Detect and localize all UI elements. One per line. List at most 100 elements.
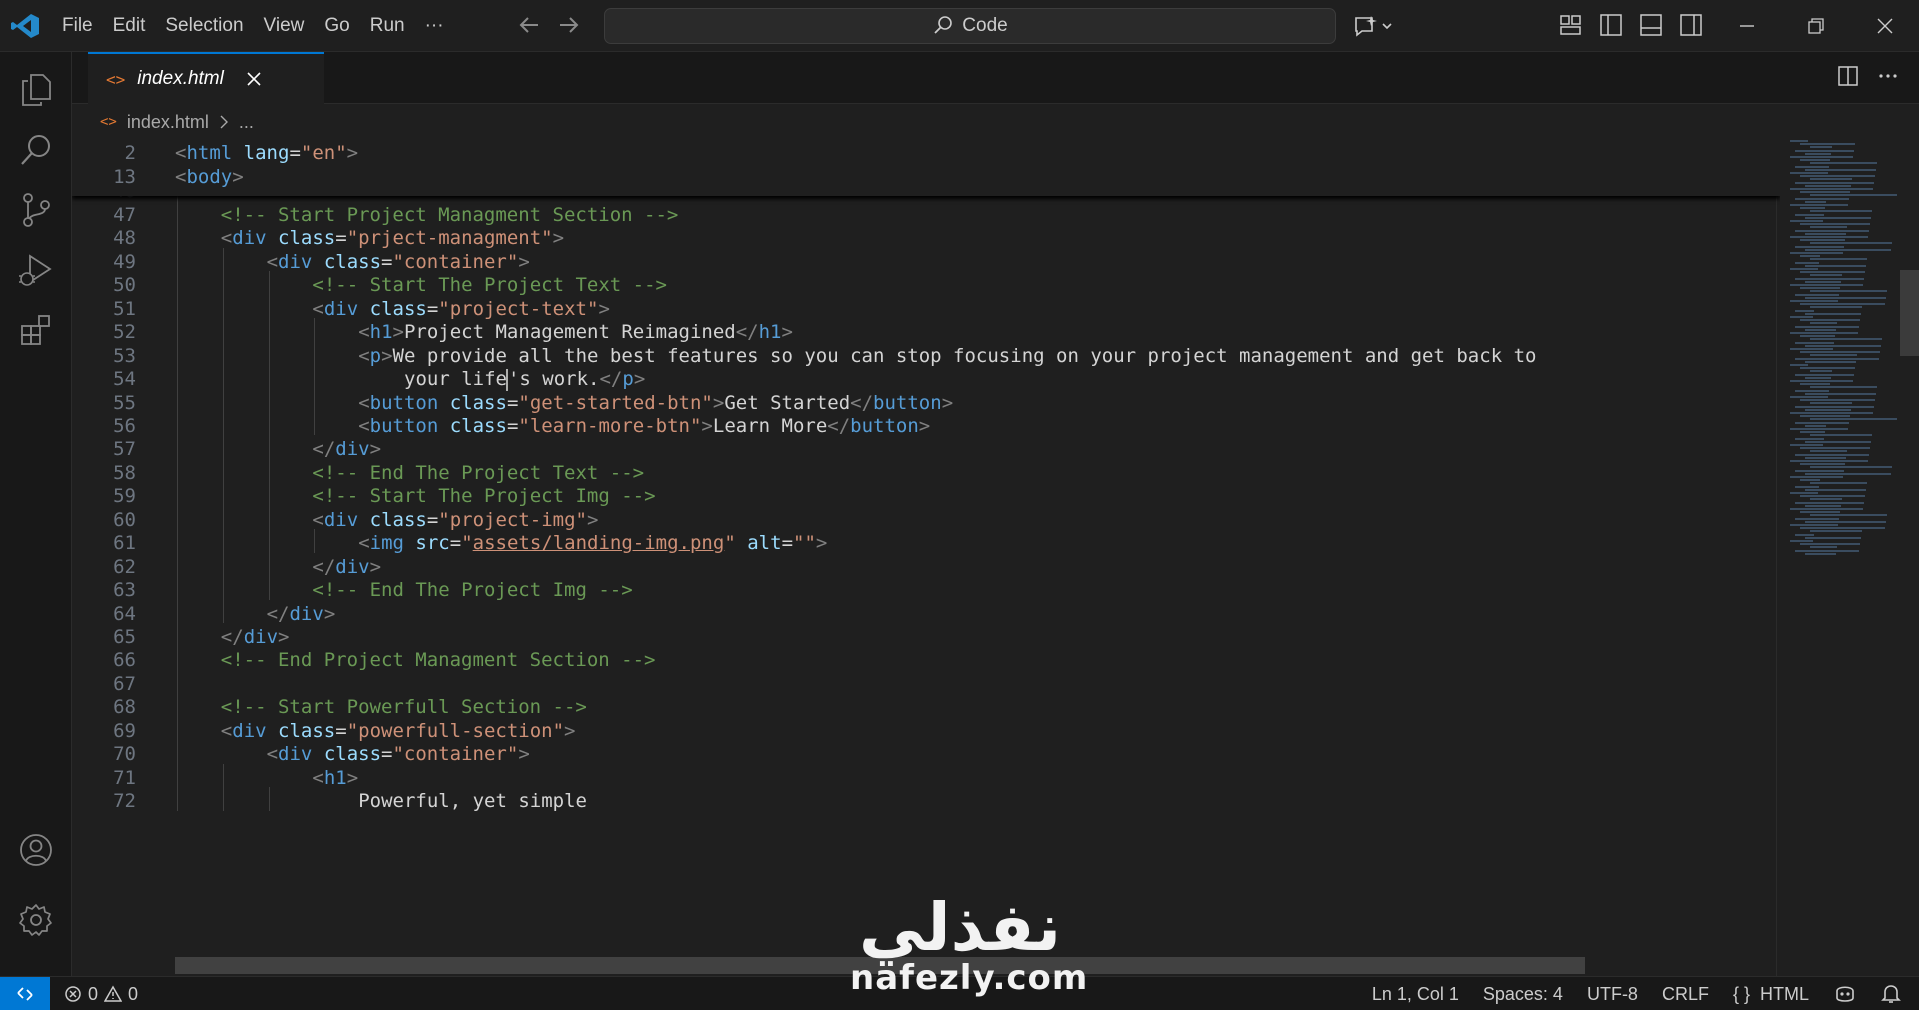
command-center-label: Code: [962, 15, 1008, 36]
minimap-line: [1805, 232, 1846, 235]
code-token: <: [358, 414, 370, 437]
watermark-arabic: نفذلي: [859, 889, 1061, 966]
indentation-setting[interactable]: Spaces: 4: [1483, 984, 1563, 1005]
run-debug-button[interactable]: [14, 248, 58, 292]
minimize-button[interactable]: [1712, 0, 1781, 52]
minimap-line: [1810, 450, 1847, 453]
command-center-search[interactable]: Code: [604, 8, 1336, 44]
breadcrumb-symbol[interactable]: ...: [239, 112, 254, 133]
menu-item-edit[interactable]: Edit: [103, 8, 156, 44]
line-ending-setting[interactable]: CRLF: [1662, 984, 1709, 1005]
minimap-line: [1790, 268, 1818, 270]
code-token: >: [323, 602, 336, 625]
language-mode[interactable]: { } HTML: [1733, 984, 1809, 1005]
extensions-button[interactable]: [14, 308, 58, 352]
code-token: lang: [243, 142, 290, 164]
toggle-primary-sidebar-icon[interactable]: [1598, 12, 1624, 38]
code-token: "learn-more-btn": [518, 414, 702, 437]
code-token: your life: [404, 368, 507, 391]
problems-indicator[interactable]: 0 0: [64, 977, 138, 1010]
restore-button[interactable]: [1781, 0, 1850, 52]
copilot-chat-icon[interactable]: [1352, 12, 1400, 40]
minimap-line: [1805, 264, 1866, 267]
menu-item-more[interactable]: ···: [415, 8, 454, 44]
code-token: p: [622, 368, 634, 391]
minimap-line: [1805, 376, 1831, 379]
warning-count: 0: [128, 983, 139, 1004]
tab-index-html[interactable]: <> index.html: [88, 52, 324, 104]
minimap-line: [1805, 344, 1881, 347]
remote-indicator-button[interactable]: [0, 977, 50, 1010]
minimap-line: [1795, 325, 1859, 328]
line-number: 72: [113, 790, 136, 813]
code-token: button: [369, 414, 439, 437]
minimap-line: [1790, 188, 1873, 190]
minimap-line: [1795, 309, 1814, 312]
minimap-line: [1795, 197, 1849, 200]
more-actions-icon[interactable]: [1876, 64, 1900, 88]
minimap-line: [1800, 319, 1860, 322]
manage-settings-button[interactable]: [14, 898, 58, 942]
minimap-divider: [1776, 138, 1777, 976]
tab-label: index.html: [137, 68, 224, 89]
code-token: >: [369, 438, 382, 461]
minimap-line: [1810, 354, 1857, 357]
code-token: 's work.: [507, 368, 600, 391]
code-token: <: [266, 250, 279, 273]
customize-layout-icon[interactable]: [1558, 12, 1584, 38]
code-token: Learn More: [712, 414, 828, 437]
menu-item-file[interactable]: File: [52, 8, 103, 44]
close-tab-icon[interactable]: [246, 71, 262, 87]
code-editor[interactable]: 2<html lang="en">13<body>45<!-- End The …: [72, 138, 1780, 976]
watermark-latin: nafezly.com: [850, 958, 1089, 998]
cursor-position[interactable]: Ln 1, Col 1: [1372, 984, 1459, 1005]
minimap-line: [1810, 402, 1852, 405]
minimap-line: [1795, 373, 1854, 376]
code-token: Project Management Reimagined: [403, 321, 736, 344]
minimap-line: [1800, 463, 1845, 466]
back-arrow-icon[interactable]: [516, 10, 542, 40]
toggle-panel-icon[interactable]: [1638, 12, 1664, 38]
code-token: <!-- End Project Managment Section -->: [220, 649, 656, 672]
minimap-line: [1795, 165, 1829, 168]
minimap-line: [1805, 424, 1826, 427]
line-code: <body>: [175, 163, 244, 191]
code-token: </: [735, 321, 759, 344]
minimap-line: [1805, 152, 1831, 155]
code-token: <!-- Start The Project Text -->: [312, 274, 667, 297]
code-token: class: [323, 250, 382, 273]
minimap-line: [1800, 303, 1885, 306]
minimap-line: [1810, 370, 1832, 373]
menu-bar: File Edit Selection View Go Run ···: [52, 0, 454, 52]
minimap-line: [1790, 156, 1853, 158]
toggle-secondary-sidebar-icon[interactable]: [1678, 12, 1704, 38]
menu-item-go[interactable]: Go: [314, 8, 359, 44]
menu-item-selection[interactable]: Selection: [155, 8, 253, 44]
minimap-line: [1795, 181, 1874, 184]
menu-item-view[interactable]: View: [254, 8, 315, 44]
minimap[interactable]: [1780, 138, 1900, 976]
notifications-bell-icon[interactable]: [1881, 983, 1901, 1005]
copilot-icon[interactable]: [1833, 983, 1857, 1005]
code-token: <: [358, 532, 370, 555]
minimap-line: [1810, 466, 1892, 469]
code-token: <!-- End The Project Text -->: [312, 461, 645, 484]
split-editor-icon[interactable]: [1836, 64, 1860, 88]
encoding-setting[interactable]: UTF-8: [1587, 984, 1638, 1005]
menu-item-run[interactable]: Run: [360, 8, 415, 44]
close-window-button[interactable]: [1850, 0, 1919, 52]
code-line[interactable]: 72 Powerful, yet simple: [72, 787, 1780, 815]
source-control-button[interactable]: [14, 188, 58, 232]
search-view-button[interactable]: [14, 128, 58, 172]
accounts-button[interactable]: [14, 828, 58, 872]
breadcrumb-file[interactable]: index.html: [127, 112, 209, 133]
code-line[interactable]: 13 <body>: [72, 163, 1780, 191]
vertical-scrollbar[interactable]: [1900, 270, 1919, 356]
explorer-button[interactable]: [14, 68, 58, 112]
code-token: button: [873, 391, 942, 414]
forward-arrow-icon[interactable]: [556, 10, 582, 40]
